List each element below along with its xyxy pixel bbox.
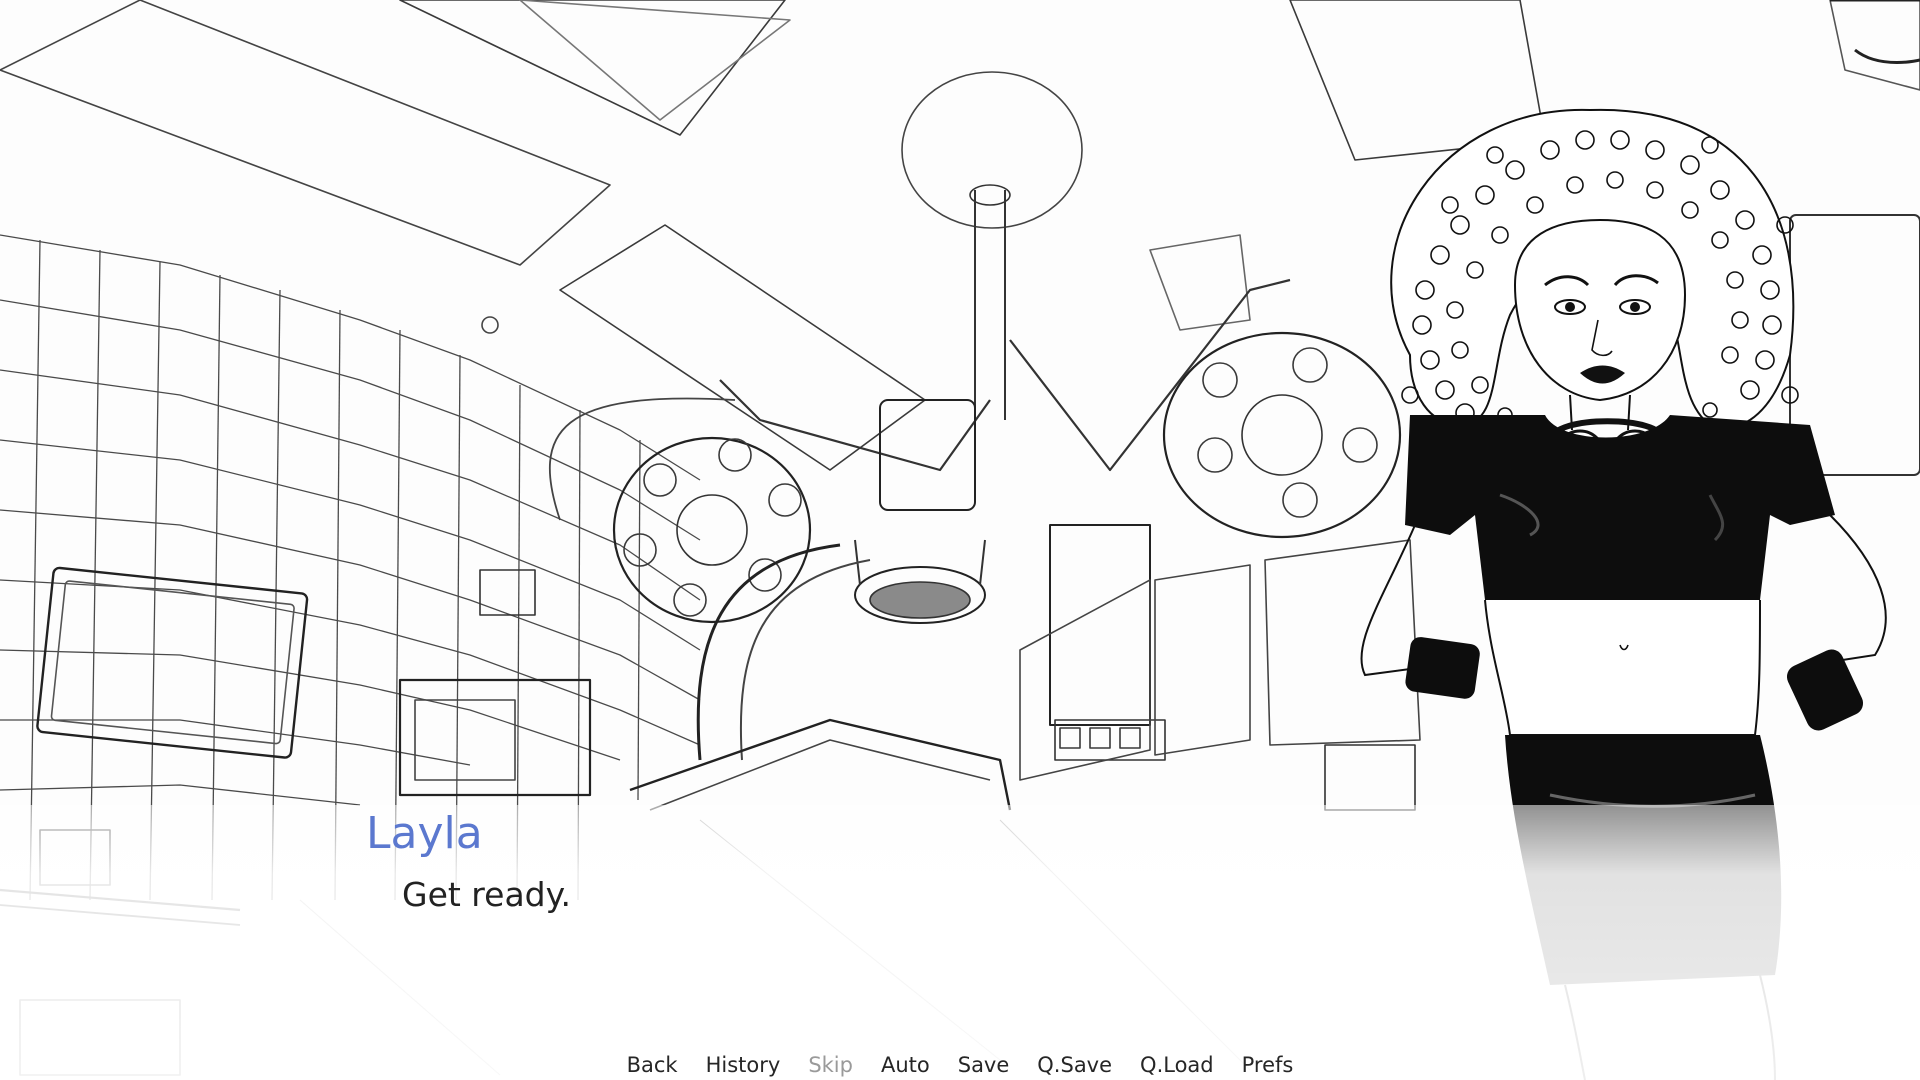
prefs-button[interactable]: Prefs [1228,1050,1308,1080]
auto-button[interactable]: Auto [867,1050,944,1080]
game-stage[interactable]: Layla Get ready. Back History Skip Auto … [0,0,1920,1080]
history-button[interactable]: History [692,1050,795,1080]
save-button[interactable]: Save [944,1050,1024,1080]
dialogue-text: Get ready. [402,875,571,914]
skip-button[interactable]: Skip [794,1050,867,1080]
quick-load-button[interactable]: Q.Load [1126,1050,1228,1080]
back-button[interactable]: Back [613,1050,692,1080]
speaker-name: Layla [366,808,483,859]
quick-save-button[interactable]: Q.Save [1023,1050,1126,1080]
dialogue-window[interactable] [0,805,1920,1080]
quick-menu: Back History Skip Auto Save Q.Save Q.Loa… [0,1050,1920,1080]
